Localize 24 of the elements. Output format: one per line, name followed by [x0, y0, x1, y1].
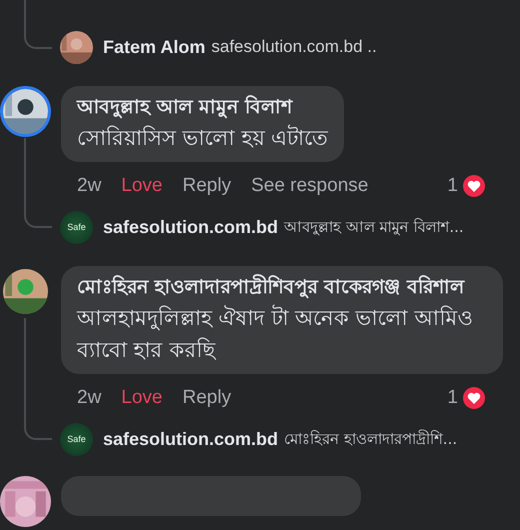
reaction-count: 1 [447, 175, 458, 197]
reply-preview-text[interactable]: আবদুল্লাহ আল মামুন বিলাশ... [284, 214, 464, 240]
comment-author[interactable]: মোঃহিরন হাওলাদারপাদ্রীশিবপুর বাকেরগঞ্জ বরিশাল [77, 272, 487, 302]
comment-text: আলহামদুলিল্লাহ ঐষাদ টা অনেক ভালো আমিও ব্যাবো হার করছি [77, 304, 474, 364]
heart-reaction-icon [462, 174, 486, 198]
time-label: 2w [77, 175, 102, 197]
reply-button[interactable]: Reply [182, 175, 232, 197]
reply-author[interactable]: safesolution.com.bd [103, 428, 278, 450]
logo-avatar[interactable]: Safe [60, 210, 93, 244]
reply-preview-text[interactable]: safesolution.com.bd .. [211, 37, 377, 57]
logo-avatar[interactable]: Safe [60, 422, 93, 456]
react-button[interactable]: Love [121, 175, 162, 197]
see-response-link[interactable]: See response [251, 175, 368, 197]
reaction-count: 1 [447, 387, 458, 409]
heart-reaction-icon [462, 386, 486, 410]
comment-author[interactable]: আবদুল্লাহ আল মামুন বিলাশ [77, 92, 328, 122]
reply-preview-text[interactable]: মোঃহিরন হাওলাদারপাদ্রীশি... [284, 426, 458, 452]
react-button[interactable]: Love [121, 387, 162, 409]
reply-button[interactable]: Reply [182, 387, 232, 409]
time-label: 2w [77, 387, 102, 409]
thread-line [24, 0, 52, 49]
reply-author[interactable]: safesolution.com.bd [103, 216, 278, 238]
comment-text: সোরিয়াসিস ভালো হয় এটাতে [77, 124, 328, 152]
reply-author[interactable]: Fatem Alom [103, 36, 206, 58]
